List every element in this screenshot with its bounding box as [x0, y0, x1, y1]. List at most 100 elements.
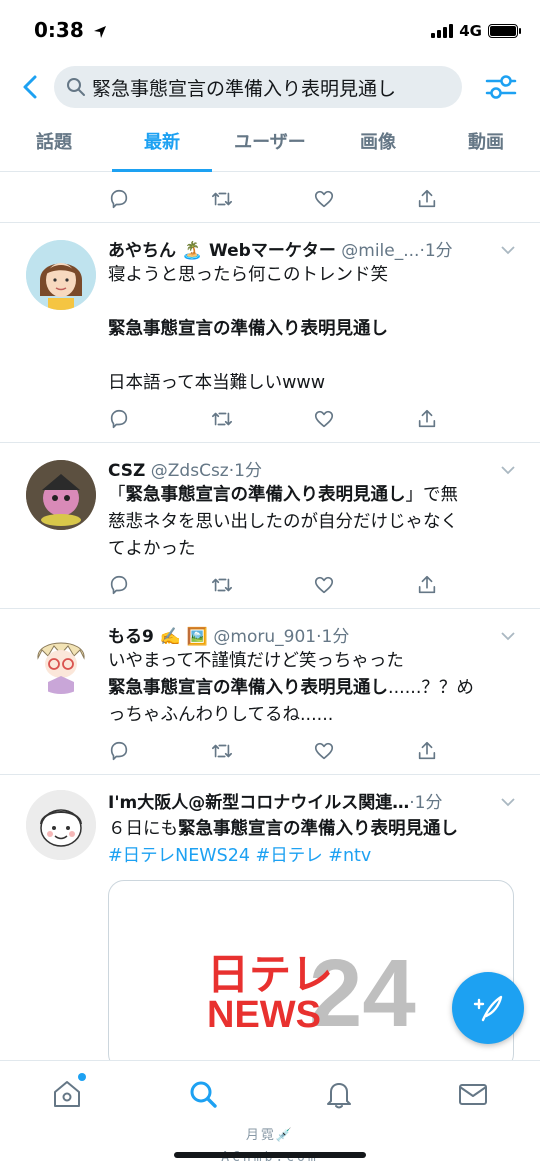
tab-videos[interactable]: 動画 [432, 118, 540, 171]
tweet-actions [108, 184, 438, 214]
reply-icon[interactable] [108, 188, 130, 210]
display-name[interactable]: もる9 ✍️ 🖼️ [108, 627, 208, 647]
share-icon[interactable] [416, 408, 438, 430]
compose-tweet-button[interactable] [452, 972, 524, 1044]
watermark: 月霓💉 [245, 1128, 295, 1143]
chevron-down-icon[interactable] [500, 464, 516, 476]
tab-latest[interactable]: 最新 [108, 118, 216, 172]
handle: @moru_901 [213, 627, 317, 647]
tweet-line: ６日にも [108, 819, 178, 839]
like-heart-icon[interactable] [313, 188, 335, 210]
avatar[interactable] [26, 790, 96, 860]
retweet-icon[interactable] [211, 740, 233, 762]
timestamp: ·1分 [409, 793, 443, 813]
filter-settings-icon[interactable] [484, 72, 518, 102]
tweet[interactable]: もる9 ✍️ 🖼️ @moru_901·1分 いやまって不謹慎だけど笑っちゃった… [0, 608, 540, 774]
tweet-actions [108, 570, 438, 600]
nav-messages[interactable] [456, 1077, 490, 1111]
tweet-actions [108, 736, 438, 766]
highlighted-query: 緊急事態宣言の準備入り表明見通し [125, 485, 406, 505]
nav-home[interactable] [50, 1073, 86, 1111]
battery-icon [488, 24, 521, 38]
logo-top-text: 日テレ [207, 950, 333, 999]
handle: @mile_... [341, 241, 420, 261]
status-indicators: 4G [431, 22, 521, 40]
avatar-doodle-face-icon [26, 790, 96, 860]
retweet-icon[interactable] [211, 574, 233, 596]
avatar-anime-icon [26, 624, 96, 694]
logo-bottom-text: NEWS [207, 994, 321, 1036]
mail-icon [459, 1084, 487, 1105]
tweet-header: もる9 ✍️ 🖼️ @moru_901·1分 [108, 622, 488, 647]
handle: @ZdsCsz [150, 461, 229, 481]
tweet-text: 寝ようと思ったら何このトレンド笑 緊急事態宣言の準備入り表明見通し 日本語って本… [108, 262, 518, 397]
tab-images[interactable]: 画像 [324, 118, 432, 171]
tweet-header: I'm大阪人@新型コロナウイルス関連…·1分 [108, 788, 488, 813]
highlighted-query: 緊急事態宣言の準備入り表明見通し [108, 319, 388, 339]
display-name[interactable]: I'm大阪人@新型コロナウイルス関連… [108, 793, 409, 813]
like-heart-icon[interactable] [313, 574, 335, 596]
feather-plus-icon [473, 995, 503, 1022]
search-input[interactable]: 緊急事態宣言の準備入り表明見通し [54, 66, 462, 108]
tweet-line: 「 [108, 485, 126, 505]
tweet-header: あやちん 🏝️ Webマーケター @mile_...·1分 [108, 236, 488, 261]
chevron-down-icon[interactable] [500, 796, 516, 808]
news24-logo: 24 日テレ NEWS [207, 940, 416, 1047]
hashtag-links[interactable]: #日テレNEWS24 #日テレ #ntv [108, 843, 518, 870]
search-tabs: 話題 最新 ユーザー 画像 動画 [0, 118, 540, 172]
location-arrow-icon [93, 25, 106, 38]
link-card[interactable]: 24 日テレ NEWS [108, 880, 514, 1070]
search-header: 緊急事態宣言の準備入り表明見通し [0, 64, 540, 110]
chevron-down-icon[interactable] [500, 244, 516, 256]
avatar[interactable] [26, 240, 96, 310]
avatar[interactable] [26, 624, 96, 694]
home-icon [54, 1081, 80, 1107]
reply-icon[interactable] [108, 740, 130, 762]
share-icon[interactable] [416, 188, 438, 210]
tweet-line: 日本語って本当難しいwww [108, 373, 326, 393]
bell-icon [327, 1083, 351, 1109]
retweet-icon[interactable] [211, 188, 233, 210]
timestamp: ·1分 [228, 461, 262, 481]
highlighted-query: 緊急事態宣言の準備入り表明見通し [178, 819, 458, 839]
tweet-line: てよかった [108, 539, 196, 559]
share-icon[interactable] [416, 740, 438, 762]
highlighted-query: 緊急事態宣言の準備入り表明見通し [108, 678, 388, 698]
timestamp: ·1分 [419, 241, 453, 261]
reply-icon[interactable] [108, 408, 130, 430]
timestamp: ·1分 [316, 627, 350, 647]
nav-notifications[interactable] [322, 1077, 356, 1111]
tweet-line: ......？？め [388, 678, 474, 698]
display-name[interactable]: CSZ [108, 461, 145, 481]
signal-icon [431, 24, 454, 38]
chevron-down-icon[interactable] [500, 630, 516, 642]
avatar[interactable] [26, 460, 96, 530]
tweet-line: 」で無 [405, 485, 459, 505]
search-query: 緊急事態宣言の準備入り表明見通し [92, 77, 397, 100]
back-arrow-icon[interactable] [16, 72, 46, 102]
retweet-icon[interactable] [211, 408, 233, 430]
home-indicator [174, 1152, 366, 1158]
tweet-line: 寝ようと思ったら何このトレンド笑 [108, 265, 388, 285]
share-icon[interactable] [416, 574, 438, 596]
tweet-text: いやまって不謹慎だけど笑っちゃった 緊急事態宣言の準備入り表明見通し......… [108, 648, 518, 729]
search-icon [67, 78, 85, 96]
search-icon [190, 1081, 217, 1108]
notification-dot [78, 1073, 86, 1081]
tab-top[interactable]: 話題 [0, 118, 108, 171]
nav-search[interactable] [186, 1077, 220, 1111]
avatar-woman-icon [26, 240, 96, 310]
like-heart-icon[interactable] [313, 740, 335, 762]
status-bar: 0:38 4G [0, 0, 540, 60]
display-name[interactable]: あやちん 🏝️ Webマーケター [108, 241, 336, 261]
like-heart-icon[interactable] [313, 408, 335, 430]
tweet[interactable]: あやちん 🏝️ Webマーケター @mile_...·1分 寝ようと思ったら何こ… [0, 222, 540, 442]
tab-users[interactable]: ユーザー [216, 118, 324, 171]
reply-icon[interactable] [108, 574, 130, 596]
tweet-line: っちゃふんわりしてるね...... [108, 705, 334, 725]
tweet-text: ６日にも緊急事態宣言の準備入り表明見通し #日テレNEWS24 #日テレ #nt… [108, 816, 518, 870]
tweet-header: CSZ @ZdsCsz·1分 [108, 456, 488, 481]
tweet-text: 「緊急事態宣言の準備入り表明見通し」で無 慈悲ネタを思い出したのが自分だけじゃな… [108, 482, 518, 563]
avatar-figure-icon [26, 460, 96, 530]
tweet[interactable]: CSZ @ZdsCsz·1分 「緊急事態宣言の準備入り表明見通し」で無 慈悲ネタ… [0, 442, 540, 608]
